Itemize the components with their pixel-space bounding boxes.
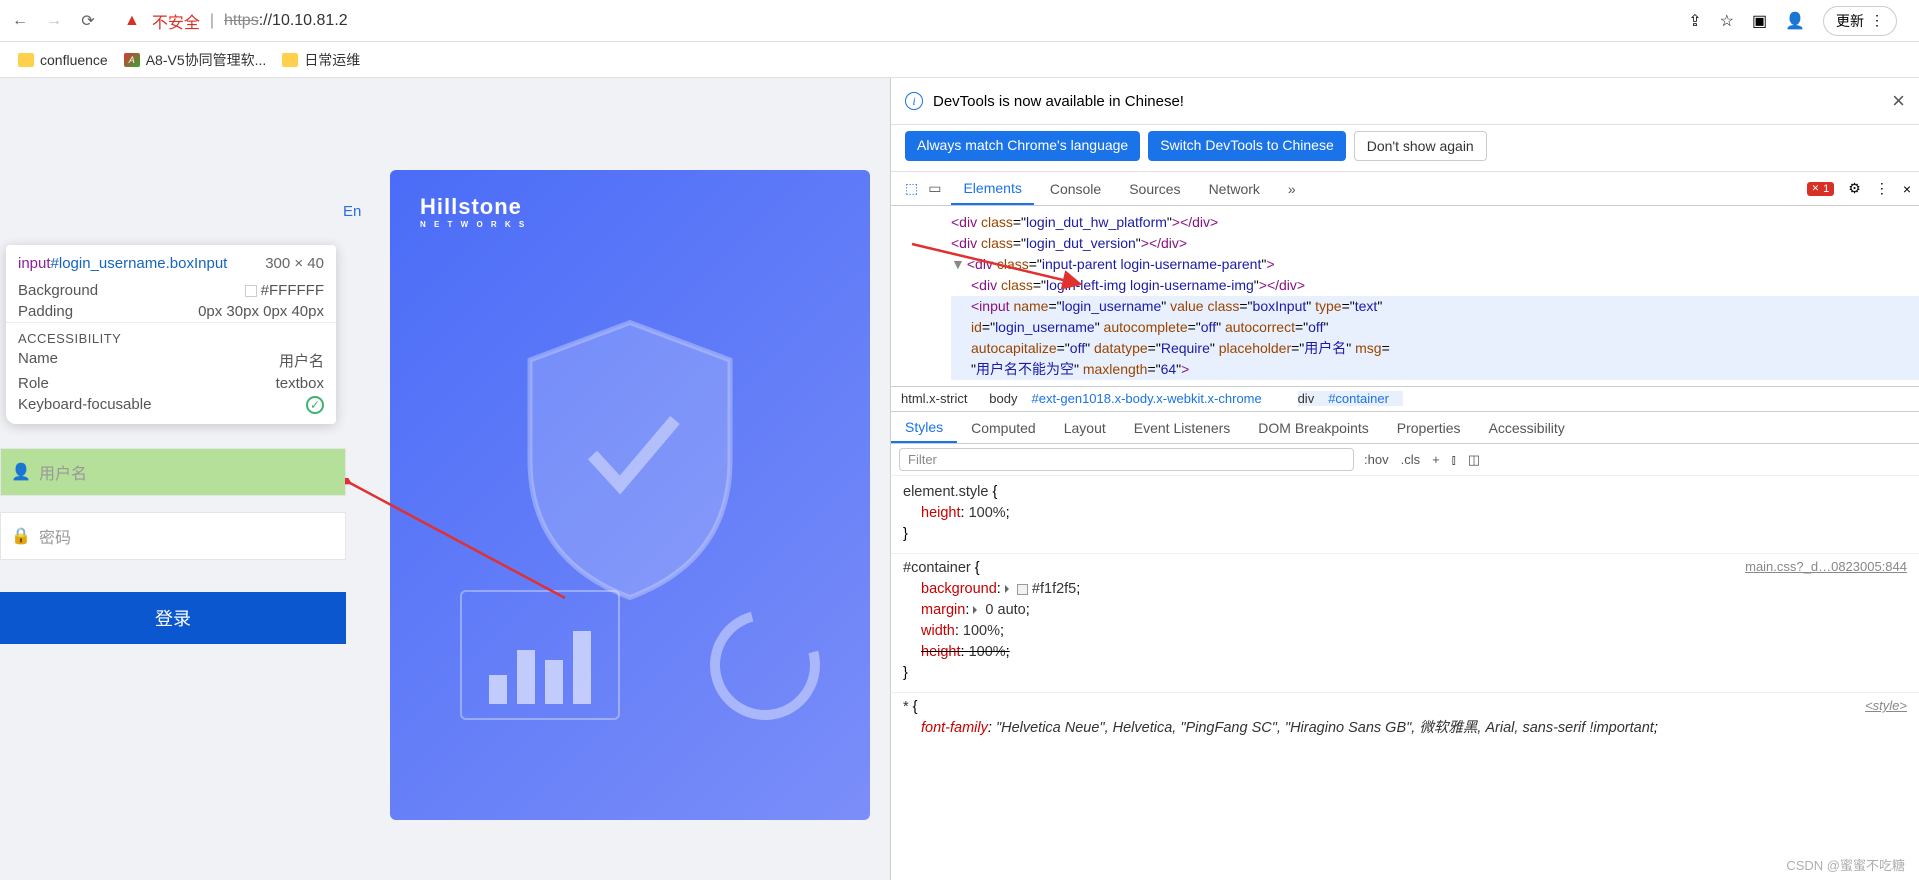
banner-text: DevTools is now available in Chinese! bbox=[933, 93, 1184, 110]
tab-sources[interactable]: Sources bbox=[1117, 172, 1192, 205]
tab-elements[interactable]: Elements bbox=[951, 172, 1033, 205]
dom-tree[interactable]: <div class="login_dut_hw_platform"></div… bbox=[891, 206, 1919, 386]
reader-icon[interactable]: ▣ bbox=[1752, 11, 1767, 31]
username-placeholder: 用户名 bbox=[39, 460, 87, 484]
source-link-style[interactable]: <style> bbox=[1865, 697, 1907, 716]
tab-properties[interactable]: Properties bbox=[1383, 412, 1475, 443]
insecure-label: 不安全 bbox=[152, 9, 200, 33]
profile-icon[interactable]: 👤 bbox=[1785, 11, 1805, 31]
back-icon[interactable]: ← bbox=[10, 11, 30, 31]
bookmark-star-icon[interactable]: ☆ bbox=[1720, 11, 1734, 31]
chart-icon bbox=[460, 590, 620, 720]
bookmark-a8v5[interactable]: AA8-V5协同管理软... bbox=[124, 50, 267, 70]
login-button[interactable]: 登录 bbox=[0, 592, 346, 644]
tab-layout[interactable]: Layout bbox=[1050, 412, 1120, 443]
device-icon[interactable]: ▭ bbox=[928, 180, 941, 197]
toolbar-right: ⇪ ☆ ▣ 👤 更新⋮ bbox=[1688, 6, 1909, 36]
styles-filter-row: Filter :hov .cls + ⫾ ◫ bbox=[891, 444, 1919, 476]
logo: Hillstone N E T W O R K S bbox=[420, 194, 527, 229]
password-input[interactable]: 🔒 密码 bbox=[0, 512, 346, 560]
switch-chinese-button[interactable]: Switch DevTools to Chinese bbox=[1148, 131, 1346, 161]
new-rule-icon[interactable]: + bbox=[1432, 452, 1440, 467]
password-placeholder: 密码 bbox=[39, 524, 71, 548]
inspector-tooltip: input#login_username.boxInput 300 × 40 B… bbox=[6, 245, 336, 424]
tab-computed[interactable]: Computed bbox=[957, 412, 1050, 443]
always-match-button[interactable]: Always match Chrome's language bbox=[905, 131, 1140, 161]
close-icon[interactable]: × bbox=[1903, 181, 1911, 197]
hov-toggle[interactable]: :hov bbox=[1364, 452, 1389, 467]
reload-icon[interactable]: ⟳ bbox=[78, 11, 98, 31]
devtools-panel: i DevTools is now available in Chinese! … bbox=[890, 78, 1919, 880]
devtools-banner: i DevTools is now available in Chinese! … bbox=[891, 78, 1919, 125]
source-link[interactable]: main.css?_d…0823005:844 bbox=[1745, 558, 1907, 577]
browser-toolbar: ← → ⟳ ▲ 不安全 | https://10.10.81.2 ⇪ ☆ ▣ 👤… bbox=[0, 0, 1919, 42]
bookmarks-bar: confluence AA8-V5协同管理软... 日常运维 bbox=[0, 42, 1919, 78]
share-icon[interactable]: ⇪ bbox=[1688, 11, 1701, 31]
hero-panel: Hillstone N E T W O R K S bbox=[390, 170, 870, 820]
banner-actions: Always match Chrome's language Switch De… bbox=[891, 125, 1919, 172]
bookmark-ops[interactable]: 日常运维 bbox=[282, 50, 360, 70]
devtools-tabs: ⬚ ▭ Elements Console Sources Network » 1… bbox=[891, 172, 1919, 206]
tab-listeners[interactable]: Event Listeners bbox=[1120, 412, 1245, 443]
styles-rules[interactable]: element.style { height: 100%; } main.css… bbox=[891, 476, 1919, 753]
url-text: https://10.10.81.2 bbox=[224, 12, 348, 30]
main-split: En 👤 用户名 🔒 密码 登录 Hillstone N E T W O R K… bbox=[0, 78, 1919, 880]
bookmark-confluence[interactable]: confluence bbox=[18, 52, 108, 68]
page-content: En 👤 用户名 🔒 密码 登录 Hillstone N E T W O R K… bbox=[0, 78, 890, 880]
tab-network[interactable]: Network bbox=[1197, 172, 1272, 205]
close-icon[interactable]: × bbox=[1892, 88, 1905, 114]
app-icon: A bbox=[124, 53, 140, 67]
separator: | bbox=[210, 12, 214, 30]
filter-input[interactable]: Filter bbox=[899, 448, 1354, 471]
gauge-icon bbox=[690, 590, 840, 740]
kebab-icon[interactable]: ⋮ bbox=[1875, 180, 1889, 197]
dom-breadcrumb[interactable]: html.x-strict body#ext-gen1018.x-body.x-… bbox=[891, 386, 1919, 412]
tab-dom-bp[interactable]: DOM Breakpoints bbox=[1244, 412, 1382, 443]
info-icon: i bbox=[905, 92, 923, 110]
inspect-icon[interactable]: ⬚ bbox=[905, 180, 918, 197]
update-button[interactable]: 更新⋮ bbox=[1823, 6, 1897, 36]
tab-styles[interactable]: Styles bbox=[891, 412, 957, 443]
error-badge[interactable]: 1 bbox=[1807, 182, 1835, 196]
box-icon[interactable]: ◫ bbox=[1468, 452, 1480, 468]
forward-icon[interactable]: → bbox=[44, 11, 64, 31]
gear-icon[interactable]: ⚙ bbox=[1848, 180, 1861, 197]
username-input[interactable]: 👤 用户名 bbox=[0, 448, 346, 496]
user-icon: 👤 bbox=[11, 462, 31, 482]
cls-toggle[interactable]: .cls bbox=[1401, 452, 1421, 467]
tab-accessibility[interactable]: Accessibility bbox=[1475, 412, 1579, 443]
tab-console[interactable]: Console bbox=[1038, 172, 1113, 205]
address-bar[interactable]: ▲ 不安全 | https://10.10.81.2 bbox=[112, 5, 360, 37]
login-form: 👤 用户名 🔒 密码 登录 bbox=[0, 78, 370, 880]
language-toggle[interactable]: En bbox=[343, 203, 361, 220]
watermark: CSDN @蜜蜜不吃糖 bbox=[1786, 855, 1905, 874]
check-icon: ✓ bbox=[306, 396, 324, 414]
styles-tabs: Styles Computed Layout Event Listeners D… bbox=[891, 412, 1919, 444]
folder-icon bbox=[282, 53, 298, 67]
folder-icon bbox=[18, 53, 34, 67]
flex-icon[interactable]: ⫾ bbox=[1452, 452, 1456, 468]
lock-icon: 🔒 bbox=[11, 526, 31, 546]
dont-show-button[interactable]: Don't show again bbox=[1354, 131, 1487, 161]
shield-icon bbox=[500, 310, 760, 610]
tab-more[interactable]: » bbox=[1276, 172, 1308, 205]
warning-icon: ▲ bbox=[124, 12, 140, 30]
